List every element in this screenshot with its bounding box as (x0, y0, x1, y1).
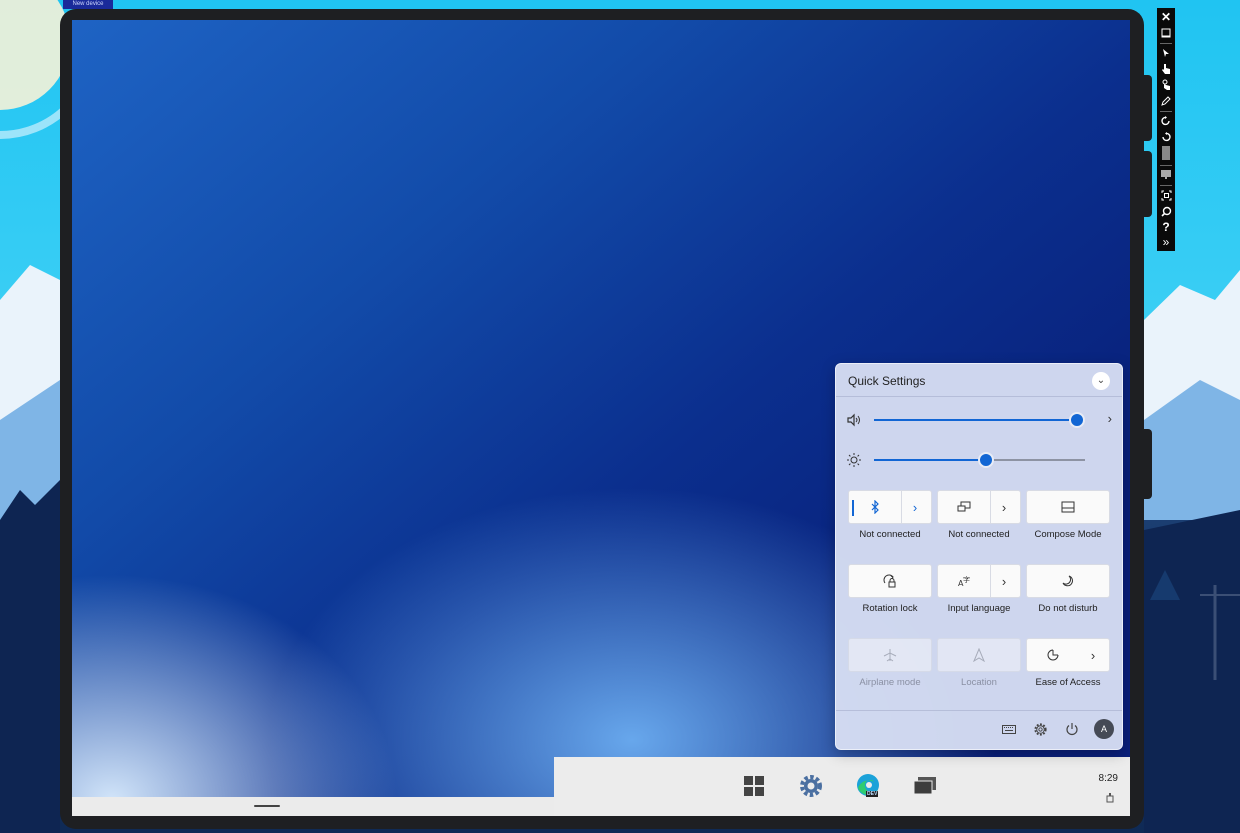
help-icon[interactable]: ? (1157, 220, 1175, 234)
home-handle[interactable] (254, 805, 280, 807)
brightness-fill (874, 459, 986, 461)
windows-start-icon[interactable] (739, 771, 769, 801)
bluetooth-chevron-right-icon[interactable]: › (899, 491, 931, 523)
emulator-toolbar: ✕ ? » (1157, 8, 1175, 251)
rotate-left-icon[interactable] (1157, 114, 1175, 128)
speaker-icon[interactable] (846, 412, 862, 428)
rotation-lock-icon (849, 565, 931, 597)
zoom-icon[interactable] (1157, 204, 1175, 218)
rotate-right-icon[interactable] (1157, 130, 1175, 144)
brightness-slider-row (846, 450, 1112, 470)
ease-of-access-label: Ease of Access (1035, 677, 1101, 688)
compose-icon (1027, 491, 1109, 523)
moon-icon (1027, 565, 1109, 597)
clock-time[interactable]: 8:29 (1099, 773, 1118, 784)
airplane-icon (849, 639, 931, 671)
collapse-button[interactable]: ⌄ (1092, 372, 1110, 390)
volume-chevron-right-icon[interactable]: › (1108, 411, 1112, 426)
monitor-icon[interactable] (1157, 168, 1175, 182)
footer-divider (836, 710, 1122, 711)
volume-track[interactable] (874, 412, 1085, 428)
device-screen: DEV 8:29 Quick Settings ⌄ › › Not connec… (72, 20, 1130, 816)
airplane-mode-tile[interactable] (848, 638, 932, 672)
quick-settings-panel: Quick Settings ⌄ › › Not connected › Not… (835, 363, 1123, 750)
fit-screen-icon[interactable] (1157, 146, 1175, 160)
brightness-icon (846, 452, 862, 468)
task-view-icon[interactable] (910, 771, 940, 801)
pointer-icon[interactable] (1157, 46, 1175, 60)
settings-gear-icon[interactable] (796, 771, 826, 801)
notification-tray-icon[interactable] (1106, 793, 1114, 805)
project-tile[interactable]: › (937, 490, 1021, 524)
home-bar (72, 797, 554, 816)
location-tile[interactable] (937, 638, 1021, 672)
volume-fill (874, 419, 1077, 421)
input-language-icon[interactable]: A字 (938, 565, 990, 597)
compose-mode-tile[interactable] (1026, 490, 1110, 524)
touch-icon[interactable] (1157, 62, 1175, 76)
quick-settings-title: Quick Settings (848, 374, 926, 388)
accessibility-icon[interactable] (1027, 639, 1079, 671)
device-side-button[interactable] (1144, 151, 1152, 217)
minimize-icon[interactable] (1157, 26, 1175, 40)
toolbar-divider (1160, 185, 1172, 186)
chevron-down-icon: ⌄ (1096, 375, 1106, 386)
edge-dev-badge: DEV (866, 791, 879, 797)
brightness-thumb[interactable] (977, 452, 994, 468)
do-not-disturb-tile[interactable] (1026, 564, 1110, 598)
rotation-lock-tile[interactable] (848, 564, 932, 598)
airplane-mode-label: Airplane mode (859, 677, 921, 688)
input-language-label: Input language (947, 603, 1011, 614)
pen-icon[interactable] (1157, 94, 1175, 108)
project-label: Not connected (948, 529, 1010, 540)
toolbar-divider (1160, 43, 1172, 44)
project-chevron-right-icon[interactable]: › (988, 491, 1020, 523)
close-icon[interactable]: ✕ (1157, 10, 1175, 24)
power-icon[interactable] (1063, 720, 1081, 738)
location-icon (938, 639, 1020, 671)
volume-thumb[interactable] (1068, 412, 1085, 428)
do-not-disturb-label: Do not disturb (1038, 603, 1098, 614)
bluetooth-label: Not connected (859, 529, 921, 540)
compose-mode-label: Compose Mode (1034, 529, 1102, 540)
device-side-button[interactable] (1144, 75, 1152, 141)
ease-of-access-chevron-right-icon[interactable]: › (1077, 639, 1109, 671)
taskbar: DEV 8:29 (554, 757, 1130, 816)
svg-text:字: 字 (963, 575, 970, 584)
bluetooth-icon[interactable] (849, 491, 901, 523)
device-side-button[interactable] (1144, 429, 1152, 499)
ease-of-access-tile[interactable]: › (1026, 638, 1110, 672)
avatar[interactable]: A (1094, 719, 1114, 739)
project-icon[interactable] (938, 491, 990, 523)
screenshot-icon[interactable] (1157, 188, 1175, 202)
host-device-tag: New device (63, 0, 113, 9)
expand-icon[interactable]: » (1157, 235, 1175, 249)
volume-slider-row: › (846, 410, 1112, 430)
edge-dev-icon[interactable]: DEV (853, 771, 883, 801)
input-language-chevron-right-icon[interactable]: › (988, 565, 1020, 597)
device-frame: DEV 8:29 Quick Settings ⌄ › › Not connec… (60, 9, 1152, 829)
header-divider (836, 396, 1122, 397)
toolbar-divider (1160, 165, 1172, 166)
rotation-lock-label: Rotation lock (862, 603, 918, 614)
keyboard-icon[interactable] (1000, 720, 1018, 738)
toolbar-divider (1160, 111, 1172, 112)
bluetooth-tile[interactable]: › (848, 490, 932, 524)
settings-icon[interactable] (1031, 720, 1049, 738)
multi-touch-icon[interactable] (1157, 78, 1175, 92)
input-language-tile[interactable]: A字 › (937, 564, 1021, 598)
brightness-track[interactable] (874, 452, 1085, 468)
location-label: Location (961, 677, 997, 688)
